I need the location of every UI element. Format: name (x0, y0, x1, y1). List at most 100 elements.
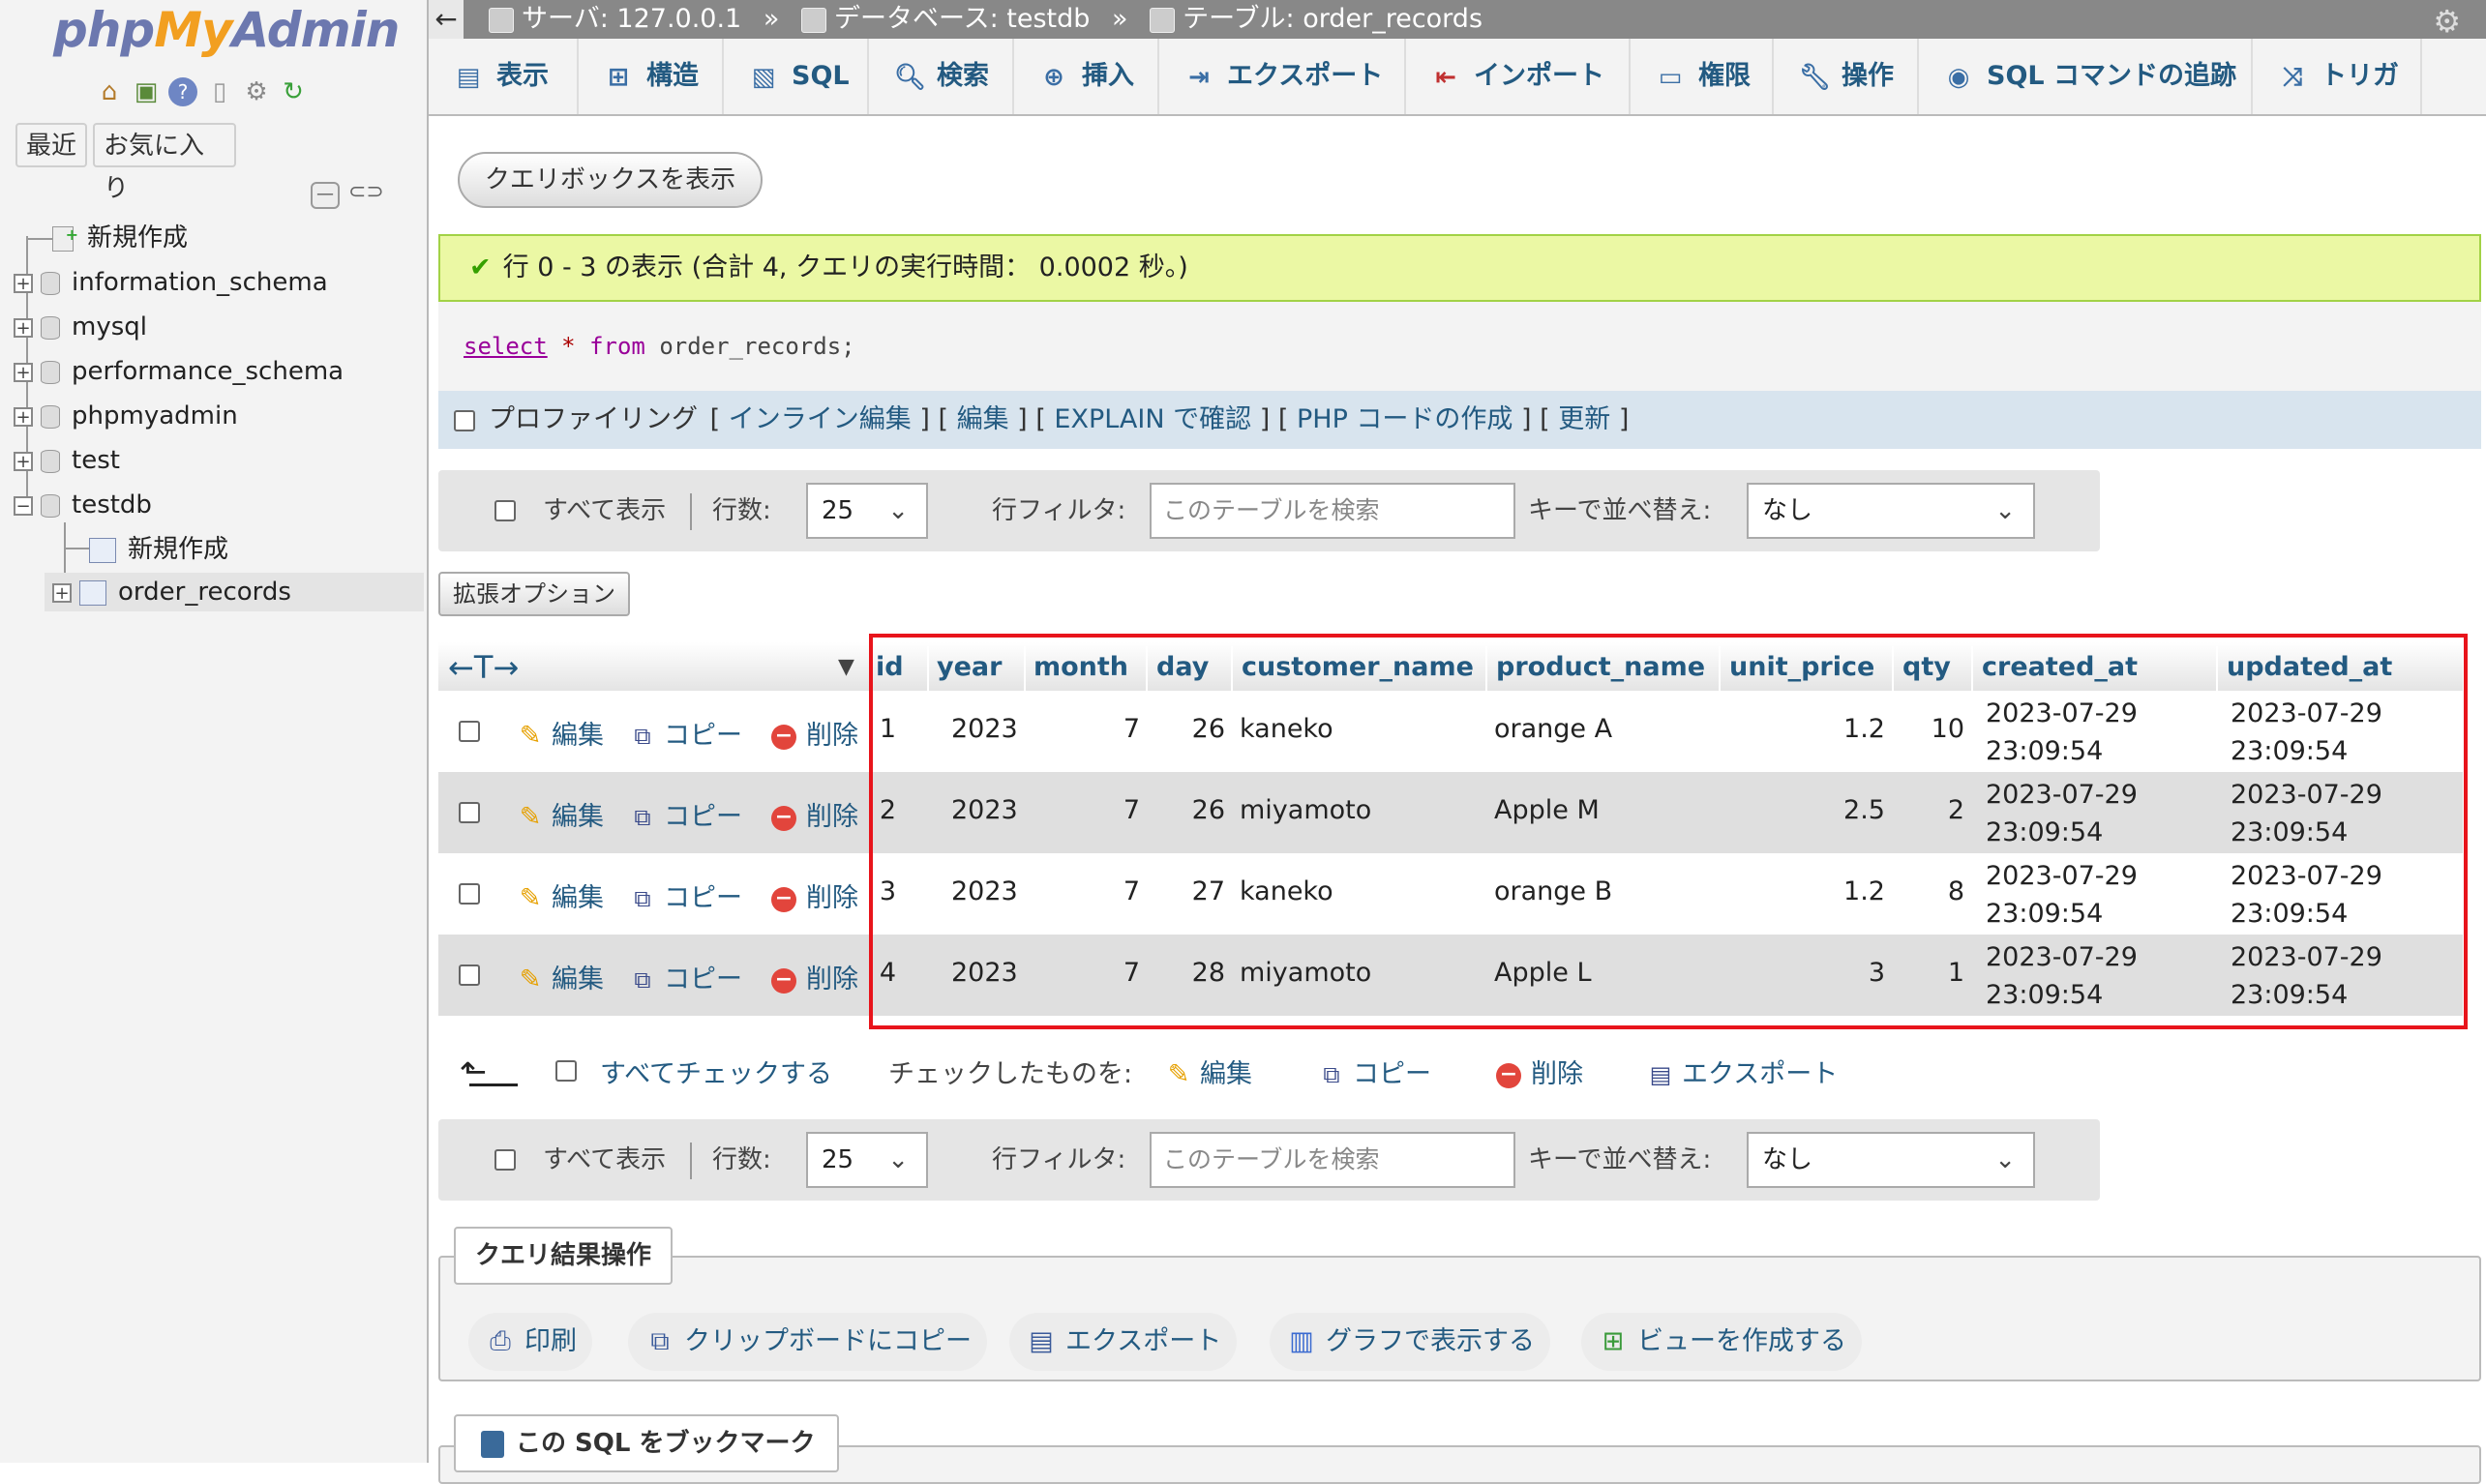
recent-button[interactable]: 最近 (15, 123, 87, 167)
breadcrumb-database[interactable]: データベース: testdb (834, 4, 1090, 34)
expand-icon[interactable]: + (14, 362, 33, 382)
tree-item-mysql[interactable]: + mysql (14, 308, 147, 346)
row-delete-link[interactable]: − 削除 (771, 876, 858, 914)
bookmark-sql-legend[interactable]: この SQL をブックマーク (454, 1414, 839, 1472)
print-button[interactable]: ⎙ 印刷 (468, 1313, 592, 1371)
link-with-main-icon[interactable]: ⊂⊃ (348, 182, 384, 209)
tree-item-test[interactable]: + test (14, 441, 120, 480)
row-copy-link[interactable]: ⧉ コピー (629, 876, 742, 914)
bulk-edit-button[interactable]: ✎ 編集 (1165, 1053, 1252, 1090)
tab-search[interactable]: 🔍︎ 検索 (869, 39, 1014, 114)
tab-sql[interactable]: ▧ SQL (724, 39, 869, 114)
tab-structure[interactable]: ⊞ 構造 (579, 39, 724, 114)
sort-by-key-select[interactable]: なし ⌄ (1747, 1132, 2035, 1188)
inline-edit-link[interactable]: インライン編集 (729, 404, 912, 434)
tab-tracking[interactable]: ◉ SQL コマンドの追跡 (1919, 39, 2253, 114)
expand-icon[interactable]: + (14, 406, 33, 427)
tree-item-order-records[interactable]: + order_records (45, 573, 424, 611)
tab-privileges[interactable]: ▭ 権限 (1631, 39, 1774, 114)
bulk-delete-button[interactable]: − 削除 (1496, 1053, 1583, 1090)
tab-operations[interactable]: 🔧︎ 操作 (1774, 39, 1919, 114)
favorites-button[interactable]: お気に入り (93, 123, 236, 203)
tab-insert[interactable]: ⊕ 挿入 (1014, 39, 1159, 114)
row-delete-link[interactable]: − 削除 (771, 714, 858, 752)
tree-item-phpmyadmin[interactable]: + phpmyadmin (14, 397, 238, 435)
row-copy-link[interactable]: ⧉ コピー (629, 958, 742, 995)
expand-icon[interactable]: + (14, 317, 33, 338)
create-view-button[interactable]: ⊞ ビューを作成する (1581, 1313, 1862, 1371)
settings-gear-icon[interactable]: ⚙ (2433, 2, 2461, 41)
tree-item-new[interactable]: + 新規作成 (52, 219, 188, 257)
row-edit-link[interactable]: ✎ 編集 (517, 714, 604, 752)
show-query-box-button[interactable]: クエリボックスを表示 (458, 152, 763, 208)
tab-triggers[interactable]: ⤨ トリガ (2253, 39, 2422, 114)
docs-icon[interactable]: ▯ (205, 77, 234, 106)
show-all-checkbox[interactable] (494, 1149, 516, 1171)
check-all-checkbox[interactable] (555, 1060, 577, 1082)
row-delete-link[interactable]: − 削除 (771, 958, 858, 995)
display-chart-button[interactable]: ▥ グラフで表示する (1270, 1313, 1550, 1371)
server-icon (489, 7, 514, 33)
row-checkbox[interactable] (459, 721, 480, 742)
edit-link[interactable]: 編集 (957, 404, 1009, 434)
bulk-copy-button[interactable]: ⧉ コピー (1318, 1053, 1431, 1090)
row-delete-link[interactable]: − 削除 (771, 795, 858, 833)
rows-per-page-select[interactable]: 25 ⌄ (806, 483, 928, 539)
phpmyadmin-logo[interactable]: phpMyAdmin (53, 2, 400, 58)
expand-icon[interactable]: + (14, 451, 33, 471)
show-all-checkbox[interactable] (494, 500, 516, 521)
pencil-icon: ✎ (519, 802, 542, 832)
check-all-link[interactable]: すべてチェックする (600, 1053, 832, 1090)
tab-export[interactable]: ⇥ エクスポート (1159, 39, 1406, 114)
tree-item-performance-schema[interactable]: + performance_schema (14, 352, 344, 391)
copy-to-clipboard-button[interactable]: ⧉ クリップボードにコピー (628, 1313, 987, 1371)
reload-icon[interactable]: ↻ (279, 77, 308, 106)
sort-by-key-select[interactable]: なし ⌄ (1747, 483, 2035, 539)
tab-import[interactable]: ⇤ インポート (1406, 39, 1631, 114)
row-edit-link[interactable]: ✎ 編集 (517, 958, 604, 995)
row-filter-input[interactable]: このテーブルを検索 (1150, 483, 1515, 539)
export-button[interactable]: ▤ エクスポート (1009, 1313, 1238, 1371)
export-icon: ▤ (1649, 1061, 1672, 1088)
back-arrow-icon[interactable]: ← (429, 0, 464, 39)
home-icon[interactable]: ⌂ (95, 77, 124, 106)
row-checkbox[interactable] (459, 802, 480, 823)
row-filter-input[interactable]: このテーブルを検索 (1150, 1132, 1515, 1188)
expand-icon[interactable]: + (52, 582, 72, 603)
profiling-checkbox[interactable] (454, 409, 475, 431)
tree-item-testdb[interactable]: − testdb (14, 486, 152, 524)
row-copy-link[interactable]: ⧉ コピー (629, 795, 742, 833)
extended-options-button[interactable]: 拡張オプション (438, 572, 630, 616)
triggers-icon: ⤨ (2282, 62, 2303, 92)
collapse-all-icon[interactable]: — (311, 182, 340, 209)
nav-icon-bar: ⌂ ▣ ? ▯ ⚙ ↻ (95, 77, 308, 106)
database-icon (41, 271, 60, 295)
exit-icon[interactable]: ▣ (132, 77, 161, 106)
row-edit-link[interactable]: ✎ 編集 (517, 795, 604, 833)
column-arrows-icon[interactable]: ←T→ (448, 646, 519, 689)
settings-icon[interactable]: ⚙ (242, 77, 271, 106)
profiling-bar: プロファイリング [ インライン編集 ] [ 編集 ] [ EXPLAIN で確… (438, 391, 2481, 449)
rows-per-page-select[interactable]: 25 ⌄ (806, 1132, 928, 1188)
php-code-link[interactable]: PHP コードの作成 (1297, 404, 1513, 434)
explain-link[interactable]: EXPLAIN で確認 (1054, 404, 1251, 434)
tree-item-new-table[interactable]: 新規作成 (89, 530, 228, 569)
breadcrumb-table[interactable]: テーブル: order_records (1183, 4, 1483, 34)
column-options-icon[interactable]: ▼ (838, 646, 854, 689)
database-icon (41, 404, 60, 429)
expand-icon[interactable]: + (14, 273, 33, 293)
new-db-icon: + (52, 225, 78, 252)
row-checkbox[interactable] (459, 883, 480, 905)
chevron-down-icon: ⌄ (887, 1145, 909, 1174)
refresh-link[interactable]: 更新 (1558, 404, 1610, 434)
collapse-icon[interactable]: − (14, 495, 33, 516)
row-edit-link[interactable]: ✎ 編集 (517, 876, 604, 914)
bulk-export-button[interactable]: ▤ エクスポート (1647, 1053, 1839, 1090)
tab-browse[interactable]: ▤ 表示 (429, 39, 579, 114)
help-icon[interactable]: ? (168, 77, 197, 106)
breadcrumb-server[interactable]: サーバ: 127.0.0.1 (522, 4, 741, 34)
row-checkbox[interactable] (459, 965, 480, 986)
row-copy-link[interactable]: ⧉ コピー (629, 714, 742, 752)
tree-item-information-schema[interactable]: + information_schema (14, 263, 328, 302)
tracking-icon: ◉ (1947, 62, 1970, 92)
